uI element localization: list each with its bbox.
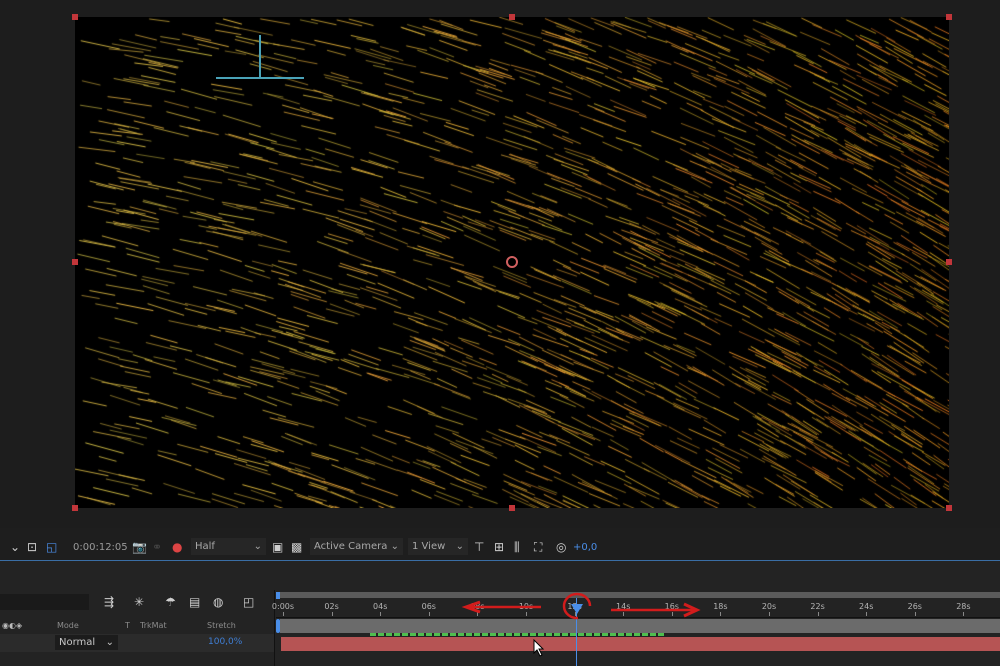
circle-annotation bbox=[562, 592, 592, 620]
arrow-left-annotation bbox=[461, 600, 541, 614]
arrow-right-annotation bbox=[611, 602, 701, 618]
annotation-overlay bbox=[461, 592, 701, 620]
mouse-cursor-icon bbox=[533, 639, 545, 657]
